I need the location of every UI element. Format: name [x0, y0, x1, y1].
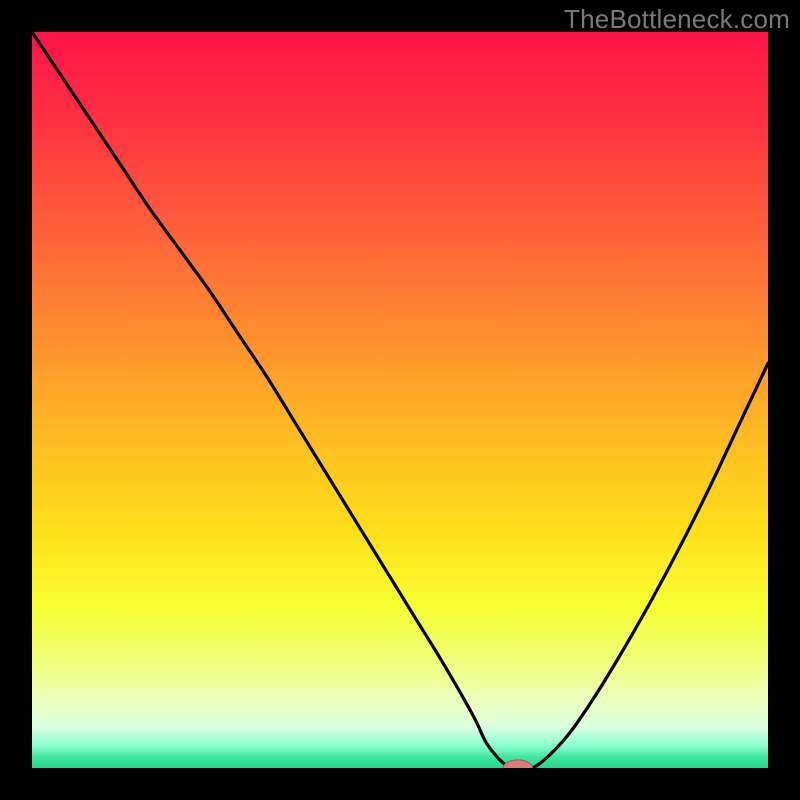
gradient-background: [32, 32, 768, 768]
watermark-text: TheBottleneck.com: [564, 4, 790, 35]
chart-frame: TheBottleneck.com: [0, 0, 800, 800]
plot-area: [32, 32, 768, 768]
plot-svg: [32, 32, 768, 768]
